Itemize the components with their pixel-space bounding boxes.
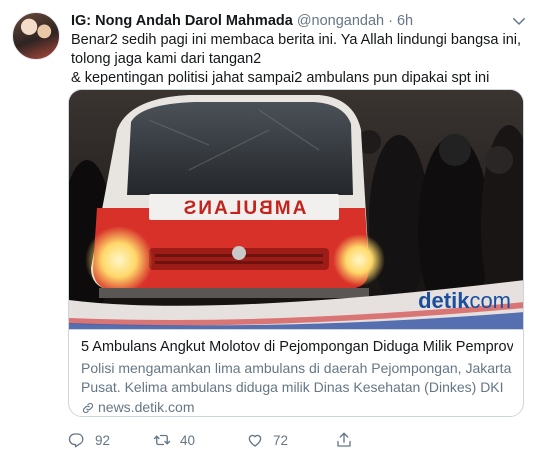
share-button[interactable] — [335, 430, 362, 450]
retweet-count: 40 — [180, 432, 196, 448]
reply-button[interactable]: 92 — [68, 430, 110, 450]
tweet[interactable]: IG: Nong Andah Darol Mahmada @nongandah … — [0, 0, 542, 462]
tweet-actions: 92 40 72 — [68, 430, 368, 450]
display-name[interactable]: IG: Nong Andah Darol Mahmada — [71, 13, 293, 29]
retweet-icon — [153, 434, 171, 446]
watermark-brand: detik — [418, 288, 470, 313]
heart-icon — [248, 434, 262, 447]
card-title[interactable]: 5 Ambulans Angkut Molotov di Pejompongan… — [81, 338, 513, 357]
avatar[interactable] — [12, 12, 60, 60]
tweet-text: Benar2 sedih pagi ini membaca berita ini… — [71, 32, 522, 86]
tweet-header: IG: Nong Andah Darol Mahmada @nongandah … — [71, 11, 502, 31]
ambulance-photo: AMBULANS detikcom — [69, 90, 523, 329]
card-domain-row[interactable]: news.detik.com — [81, 398, 513, 416]
watermark-suffix: com — [469, 288, 511, 313]
share-icon — [337, 432, 351, 447]
retweet-button[interactable]: 40 — [153, 430, 195, 450]
timestamp[interactable]: 6h — [397, 13, 413, 29]
reply-count: 92 — [95, 432, 111, 448]
reply-icon — [68, 433, 84, 448]
card-body[interactable]: 5 Ambulans Angkut Molotov di Pejompongan… — [69, 329, 523, 416]
link-icon — [82, 402, 94, 413]
chevron-down-icon[interactable] — [510, 12, 528, 30]
user-handle[interactable]: @nongandah — [297, 13, 384, 29]
ambulance-lettering: AMBULANS — [182, 198, 307, 219]
detik-watermark: detikcom — [418, 288, 511, 313]
card-domain: news.detik.com — [98, 399, 195, 415]
like-count: 72 — [273, 432, 289, 448]
link-card[interactable]: AMBULANS detikcom 5 Ambulans Angkut Molo… — [68, 89, 524, 417]
separator-dot: · — [388, 13, 393, 29]
card-image[interactable]: AMBULANS detikcom — [69, 90, 523, 329]
like-button[interactable]: 72 — [246, 430, 288, 450]
card-description: Polisi mengamankan lima ambulans di daer… — [81, 360, 512, 395]
